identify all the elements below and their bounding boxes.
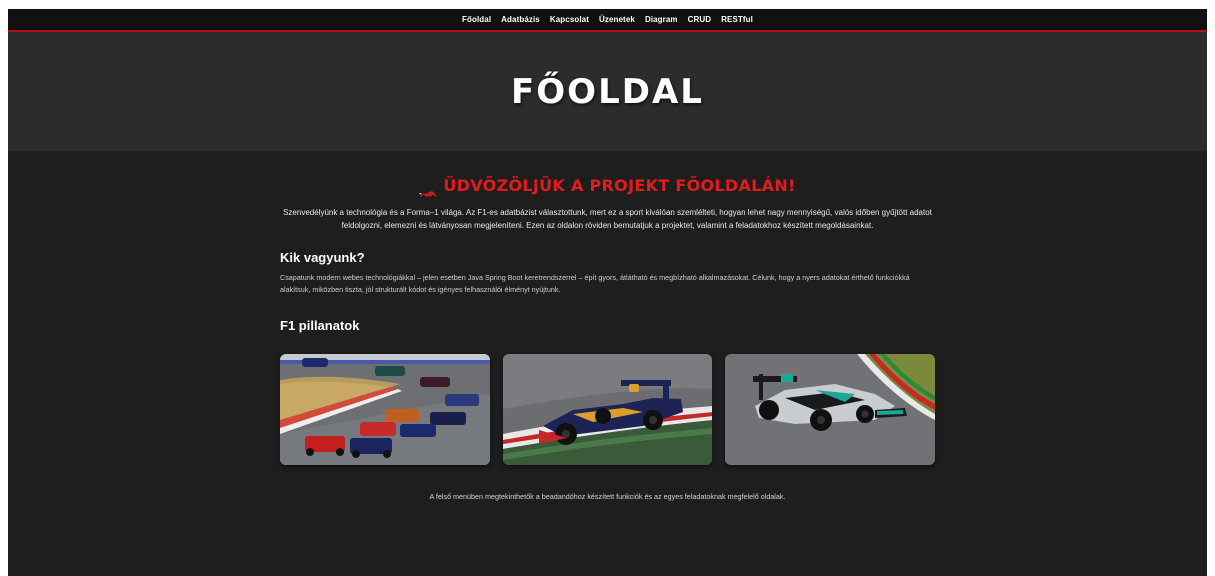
race-car-icon: [419, 185, 437, 198]
nav-item-fooldal[interactable]: Főoldal: [462, 15, 491, 24]
nav-item-restful[interactable]: RESTful: [721, 15, 753, 24]
red-bull-car-photo: [502, 354, 713, 465]
photo-gallery: [280, 354, 936, 465]
race-start-photo: [280, 354, 490, 465]
nav-item-uzenetek[interactable]: Üzenetek: [599, 15, 635, 24]
nav-item-diagram[interactable]: Diagram: [645, 15, 678, 24]
welcome-heading: ÜDVÖZÖLJÜK A PROJEKT FŐOLDALÁN!: [443, 176, 796, 195]
footer-note: A felső menüben megtekinthetők a beadand…: [429, 492, 786, 501]
hero-banner: FŐOLDAL: [8, 32, 1207, 151]
welcome-heading-row: ÜDVÖZÖLJÜK A PROJEKT FŐOLDALÁN!: [280, 176, 935, 198]
page: Főoldal Adatbázis Kapcsolat Üzenetek Dia…: [8, 9, 1207, 576]
top-nav: Főoldal Adatbázis Kapcsolat Üzenetek Dia…: [8, 9, 1207, 32]
intro-text: Szenvedélyünk a technológia és a Forma–1…: [283, 208, 932, 230]
moments-title: F1 pillanatok: [280, 318, 360, 333]
nav-item-adatbazis[interactable]: Adatbázis: [501, 15, 540, 24]
main-content: ÜDVÖZÖLJÜK A PROJEKT FŐOLDALÁN! Szenvedé…: [280, 176, 936, 501]
nav-item-kapcsolat[interactable]: Kapcsolat: [550, 15, 589, 24]
mercedes-car-photo: [725, 354, 936, 465]
nav-item-crud[interactable]: CRUD: [688, 15, 712, 24]
about-title: Kik vagyunk?: [280, 250, 365, 265]
page-title: FŐOLDAL: [511, 71, 704, 112]
about-text: Csapatunk modern webes technológiákkal –…: [280, 273, 910, 294]
